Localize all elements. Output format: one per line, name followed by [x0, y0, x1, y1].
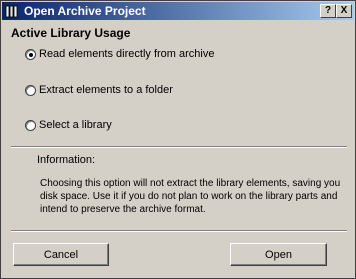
cancel-button[interactable]: Cancel — [13, 243, 109, 266]
radio-button[interactable] — [25, 84, 36, 96]
open-archive-dialog: Open Archive Project ? X Active Library … — [0, 0, 356, 279]
radio-button-selected[interactable] — [25, 48, 36, 60]
option-label: Read elements directly from archive — [39, 48, 215, 60]
title-bar[interactable]: Open Archive Project ? X — [2, 2, 354, 20]
divider — [11, 146, 347, 148]
option-read-directly[interactable]: Read elements directly from archive — [25, 47, 214, 61]
info-title: Information: — [37, 154, 96, 166]
option-extract-to-folder[interactable]: Extract elements to a folder — [25, 83, 173, 97]
open-button[interactable]: Open — [230, 243, 327, 266]
option-label: Extract elements to a folder — [39, 84, 173, 96]
divider — [11, 230, 347, 232]
radio-button[interactable] — [25, 119, 36, 131]
help-button[interactable]: ? — [320, 4, 336, 18]
close-icon: X — [340, 5, 348, 16]
option-label: Select a library — [39, 119, 112, 131]
close-button[interactable]: X — [336, 4, 352, 18]
section-heading: Active Library Usage — [11, 26, 131, 40]
window-title: Open Archive Project — [24, 4, 146, 18]
option-select-library[interactable]: Select a library — [25, 118, 112, 132]
library-books-icon — [5, 4, 19, 18]
info-text: Choosing this option will not extract th… — [40, 178, 341, 215]
